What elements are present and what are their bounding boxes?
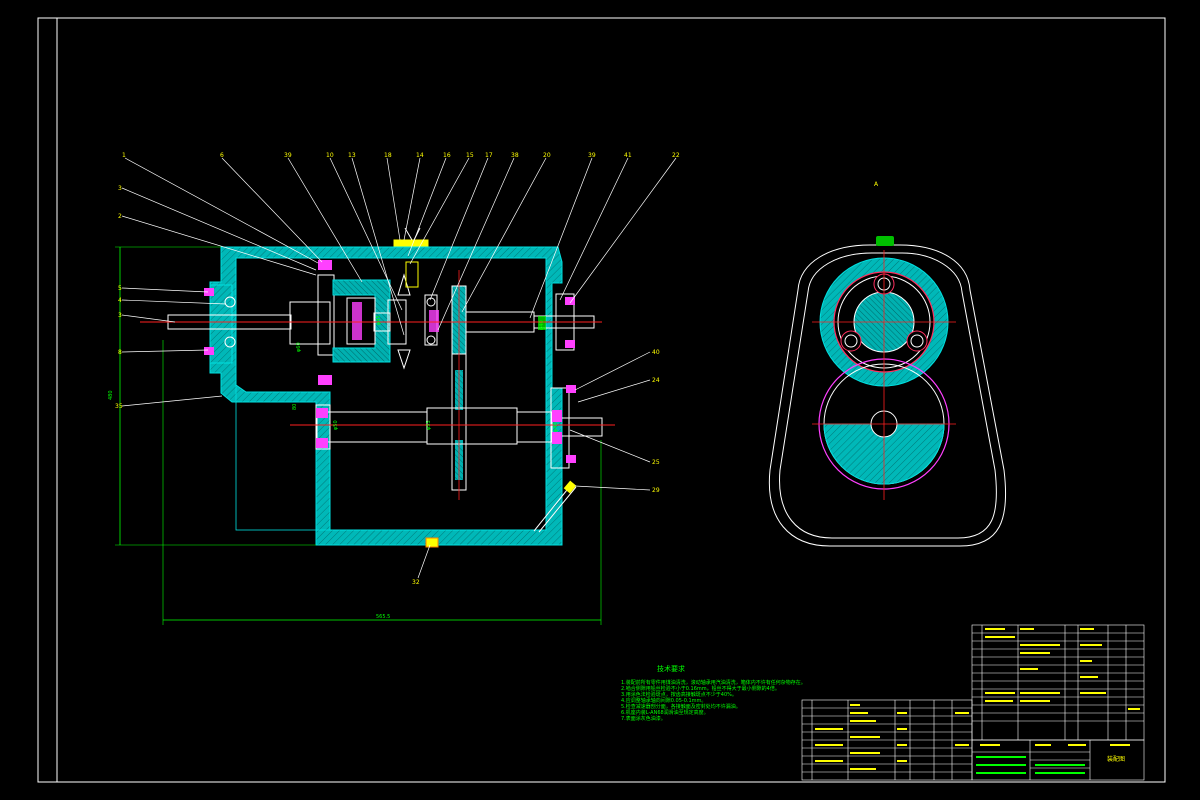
svg-text:38: 38 — [511, 152, 519, 159]
svg-text:φ45: φ45 — [376, 315, 382, 325]
svg-text:1: 1 — [122, 152, 126, 159]
outer-border — [37, 17, 1166, 783]
svg-text:φ55: φ55 — [426, 420, 432, 430]
svg-text:80: 80 — [292, 404, 298, 410]
svg-text:16: 16 — [443, 152, 451, 159]
svg-text:2: 2 — [118, 213, 122, 220]
svg-text:39: 39 — [588, 152, 596, 159]
tech-requirements: 技术要求 1.装配前所有零件用煤油清洗，滚动轴承用汽油清洗，箱体内不许有任何杂物… — [621, 664, 806, 722]
svg-text:35: 35 — [115, 403, 123, 410]
svg-text:8: 8 — [118, 349, 122, 356]
callout-labels-right: 40 24 25 29 32 — [412, 349, 660, 586]
svg-text:39: 39 — [284, 152, 292, 159]
svg-text:φ50: φ50 — [333, 420, 339, 430]
svg-text:15: 15 — [466, 152, 474, 159]
callout-labels-top: 1 6 39 10 13 18 14 16 15 17 38 20 39 41 … — [122, 152, 680, 159]
svg-text:φ60: φ60 — [296, 342, 302, 352]
gearbox-section-view: 480 565.5 φ60 φ45 φ55 φ50 φ40 φ40 80 1 6… — [108, 152, 680, 625]
bearing — [318, 260, 332, 270]
callout-bottom: 32 — [412, 579, 420, 586]
dimension-width-text: 565.5 — [376, 614, 390, 620]
svg-text:3: 3 — [118, 185, 122, 192]
svg-text:25: 25 — [652, 459, 660, 466]
cad-drawing: 480 565.5 φ60 φ45 φ55 φ50 φ40 φ40 80 1 6… — [37, 17, 1166, 783]
svg-text:3: 3 — [118, 312, 122, 319]
svg-text:29: 29 — [652, 487, 660, 494]
svg-text:3.用涂色法检验斑点，按齿高接触斑点不少于40%。: 3.用涂色法检验斑点，按齿高接触斑点不少于40%。 — [621, 691, 737, 698]
svg-text:18: 18 — [384, 152, 392, 159]
svg-text:5: 5 — [118, 285, 122, 292]
parts-list — [801, 624, 1145, 781]
svg-text:13: 13 — [348, 152, 356, 159]
svg-text:φ40: φ40 — [553, 422, 559, 432]
svg-text:2.啮合侧隙用铅丝检验不小于0.16mm，铅丝不得大于最小侧: 2.啮合侧隙用铅丝检验不小于0.16mm，铅丝不得大于最小侧隙的4倍。 — [621, 685, 780, 692]
svg-text:14: 14 — [416, 152, 424, 159]
inner-border — [56, 17, 1166, 783]
gearbox-side-view: A — [768, 181, 1007, 547]
svg-text:1.装配前所有零件用煤油清洗，滚动轴承用汽油清洗，箱体内不许: 1.装配前所有零件用煤油清洗，滚动轴承用汽油清洗，箱体内不许有任何杂物存在。 — [621, 679, 806, 686]
svg-text:6: 6 — [220, 152, 224, 159]
drain-plug — [425, 537, 439, 548]
svg-text:22: 22 — [672, 152, 680, 159]
view-label: A — [874, 181, 879, 188]
svg-text:4.应调整轴承轴向间隙0.05-0.1mm。: 4.应调整轴承轴向间隙0.05-0.1mm。 — [621, 697, 706, 704]
svg-text:4: 4 — [118, 297, 122, 304]
svg-text:7.表面涂灰色油漆。: 7.表面涂灰色油漆。 — [621, 715, 666, 722]
tech-requirements-title: 技术要求 — [657, 664, 685, 673]
svg-text:10: 10 — [326, 152, 334, 159]
svg-text:20: 20 — [543, 152, 551, 159]
svg-text:6.机座内装L-AN68润滑油至规定高度。: 6.机座内装L-AN68润滑油至规定高度。 — [621, 709, 709, 716]
svg-text:41: 41 — [624, 152, 632, 159]
svg-text:5.检查减速器剖分面，各接触面及密封处均不许漏油。: 5.检查减速器剖分面，各接触面及密封处均不许漏油。 — [621, 703, 741, 710]
svg-text:40: 40 — [652, 349, 660, 356]
svg-text:24: 24 — [652, 377, 660, 384]
callout-labels-left: 3 2 5 4 3 8 35 — [115, 185, 123, 410]
title-block-marks — [976, 756, 1085, 774]
svg-text:17: 17 — [485, 152, 493, 159]
drawing-name: 装配图 — [1107, 755, 1125, 763]
dimension-height-text: 480 — [108, 390, 114, 400]
svg-text:φ40: φ40 — [539, 320, 545, 330]
